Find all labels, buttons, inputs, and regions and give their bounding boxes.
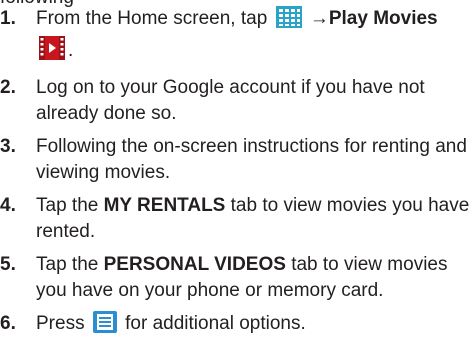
apps-grid-icon — [275, 6, 302, 36]
step-text: for additional options. — [125, 313, 306, 334]
step-4: 4. Tap the MY RENTALS tab to view movies… — [0, 193, 470, 245]
step-6: 6. Press for additional options. — [0, 311, 470, 341]
step-text: Tap the — [36, 195, 99, 216]
step-text: tab to view movies you have rented. — [36, 195, 470, 242]
step-text: From the Home screen, tap — [36, 8, 268, 29]
tab-name-label: MY RENTALS — [103, 195, 226, 216]
step-number: 6. — [0, 313, 16, 334]
instruction-page: following 1. From the Home screen, tap →… — [0, 0, 473, 334]
app-name-label: Play Movies — [328, 8, 438, 29]
step-number: 3. — [0, 136, 16, 157]
step-1: 1. From the Home screen, tap →Play Movie… — [0, 6, 470, 68]
step-number: 1. — [0, 8, 16, 29]
step-number: 2. — [0, 77, 16, 98]
step-number: 4. — [0, 195, 16, 216]
step-text: Tap the — [36, 254, 99, 275]
step-number: 5. — [0, 254, 16, 275]
step-punctuation: . — [68, 40, 74, 61]
step-text: Log on to your Google account if you hav… — [36, 77, 425, 124]
arrow-glyph: → — [309, 8, 329, 29]
step-2: 2. Log on to your Google account if you … — [0, 75, 470, 127]
play-movies-icon — [39, 36, 65, 68]
step-3: 3. Following the on-screen instructions … — [0, 134, 470, 186]
step-text: Press — [36, 313, 85, 334]
step-text: Following the on-screen instructions for… — [36, 136, 467, 183]
menu-key-icon — [92, 311, 117, 341]
tab-name-label: PERSONAL VIDEOS — [103, 254, 286, 275]
step-5: 5. Tap the PERSONAL VIDEOS tab to view m… — [0, 252, 470, 304]
steps-list: 1. From the Home screen, tap →Play Movie… — [0, 6, 470, 348]
